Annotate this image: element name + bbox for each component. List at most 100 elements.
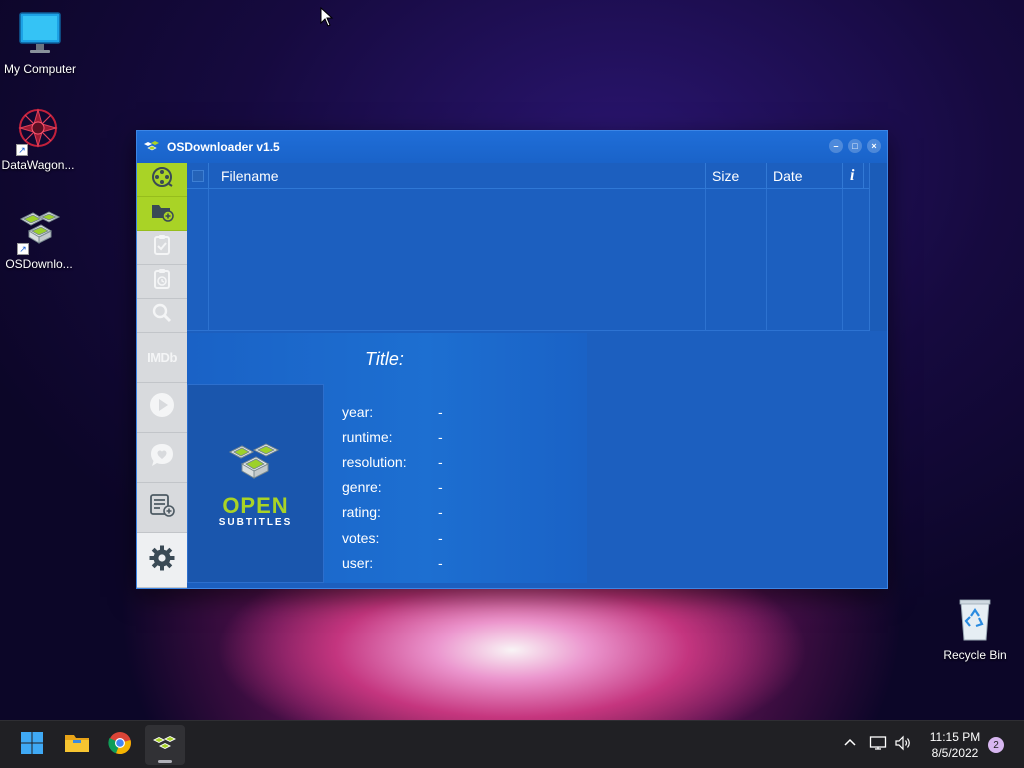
shortcut-arrow-icon: ↗ [17,243,29,255]
taskbar-file-explorer[interactable] [61,729,93,761]
osdownloader-icon [143,139,161,156]
desktop-icon-label: DataWagon... [1,158,75,172]
column-header-info[interactable]: i [850,163,854,189]
shortcut-arrow-icon: ↗ [16,144,28,156]
meta-value: - [438,554,443,571]
opensubtitles-logo-icon [226,440,286,489]
start-icon [20,731,44,760]
add-folder-icon [150,200,174,227]
desktop-icon-recycle-bin[interactable]: Recycle Bin [935,596,1015,662]
desktop-icon-label: My Computer [3,62,77,76]
clipboard-check-icon [152,234,172,261]
meta-key: votes: [342,529,380,546]
active-app-indicator [158,760,172,763]
minimize-button[interactable]: – [829,139,843,153]
sidebar-settings-button[interactable] [137,533,187,588]
meta-value: - [438,479,443,496]
main-content: Filename Size Date i Title: OPEN SUBTITL… [187,163,887,588]
meta-row-genre: genre: - [342,475,443,500]
imdb-icon: IMDb [147,350,177,365]
list-add-icon [148,492,176,523]
column-header-size[interactable]: Size [712,163,739,189]
window-title: OSDownloader v1.5 [167,140,280,154]
meta-row-year: year: - [342,399,443,424]
meta-key: genre: [342,479,382,496]
maximize-button[interactable]: □ [848,139,862,153]
movie-title-label: Title: [365,349,404,369]
meta-key: rating: [342,504,381,521]
desktop-icon-my-computer[interactable]: My Computer [0,10,80,76]
file-explorer-icon [64,732,90,759]
taskbar-osdownloader[interactable] [145,725,185,765]
file-list-header: Filename Size Date i [187,163,869,189]
meta-key: runtime: [342,428,393,445]
play-icon [149,392,175,423]
meta-key: resolution: [342,453,407,470]
osdownloader-window: OSDownloader v1.5 – □ × IMDb Filename Si… [136,130,888,589]
sidebar-film-button[interactable] [137,163,187,197]
sidebar-search-button[interactable] [137,299,187,333]
clock-time: 11:15 PM [929,730,981,744]
close-button[interactable]: × [867,139,881,153]
logo-text-open: OPEN [222,492,289,518]
sidebar-play-button[interactable] [137,383,187,433]
mouse-cursor-icon [320,6,334,32]
meta-value: - [438,529,443,546]
desktop-icon-osdownloader[interactable]: ↗ OSDownlo... [0,205,79,271]
desktop-icon-label: Recycle Bin [943,648,1007,662]
sidebar-clipboard-clock-button[interactable] [137,265,187,299]
search-icon [151,302,173,329]
recycle-bin-icon [951,596,999,644]
meta-key: user: [342,554,374,571]
sidebar-list-add-button[interactable] [137,483,187,533]
meta-value: - [438,428,443,445]
network-icon [869,736,887,754]
meta-value: - [438,403,443,420]
taskbar-chrome[interactable] [104,729,136,761]
logo-text-subtitles: SUBTITLES [218,516,293,528]
movie-metadata: year: - runtime: - resolution: - genre: … [342,399,443,575]
movie-info-panel: Title: OPEN SUBTITLES year: - runtime: -… [187,333,587,583]
heart-chat-icon [149,442,175,473]
taskbar-clock[interactable]: 11:15 PM 8/5/2022 [922,729,988,761]
desktop-icon-label: OSDownlo... [5,257,73,271]
tray-overflow-button[interactable] [843,736,857,753]
select-all-checkbox[interactable] [192,170,204,182]
sidebar-imdb-button[interactable]: IMDb [137,333,187,383]
sidebar-add-folder-button[interactable] [137,197,187,231]
chrome-icon [108,731,132,760]
column-header-date[interactable]: Date [773,163,803,189]
vertical-scrollbar[interactable] [869,163,887,331]
window-titlebar[interactable]: OSDownloader v1.5 – □ × [137,131,887,163]
meta-row-resolution: resolution: - [342,449,443,474]
start-button[interactable] [16,729,48,761]
meta-row-user: user: - [342,550,443,575]
meta-row-runtime: runtime: - [342,424,443,449]
sidebar-clipboard-check-button[interactable] [137,231,187,265]
sidebar-heart-chat-button[interactable] [137,433,187,483]
meta-value: - [438,504,443,521]
movie-poster: OPEN SUBTITLES [187,384,324,583]
clipboard-clock-icon [152,268,172,295]
speaker-icon [894,735,912,754]
taskbar: 11:15 PM 8/5/2022 2 [0,720,1024,768]
volume-button[interactable] [894,735,912,754]
meta-row-rating: rating: - [342,500,443,525]
meta-key: year: [342,403,374,420]
column-header-filename[interactable]: Filename [221,163,279,189]
network-button[interactable] [869,735,887,754]
clock-date: 8/5/2022 [931,746,979,760]
gear-icon [148,544,176,577]
notification-badge[interactable]: 2 [988,737,1004,753]
desktop-icon-datawagon[interactable]: ↗ DataWagon... [0,106,78,172]
sidebar: IMDb [137,163,187,588]
datawagon-icon: ↗ [14,106,62,156]
file-list[interactable]: Filename Size Date i [187,163,887,331]
film-reel-icon [151,166,173,193]
chevron-up-icon [843,738,857,753]
osdownloader-icon [152,733,178,758]
meta-row-votes: votes: - [342,525,443,550]
meta-value: - [438,453,443,470]
monitor-icon [16,10,64,58]
osdownloader-icon: ↗ [15,205,63,255]
